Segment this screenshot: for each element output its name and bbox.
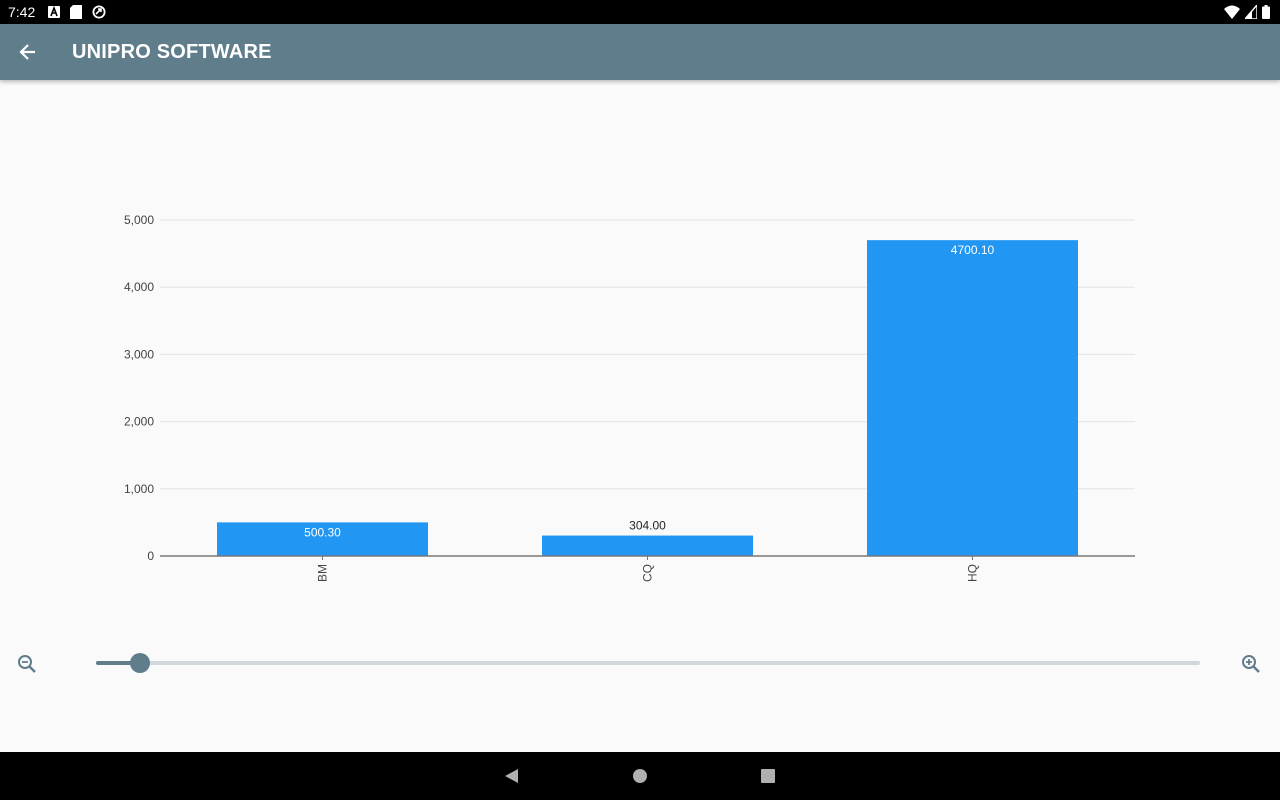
zoom-out-icon[interactable] xyxy=(16,653,38,675)
app-bar: UNIPRO SOFTWARE xyxy=(0,24,1280,80)
y-tick-label: 1,000 xyxy=(124,482,154,496)
bar-chart: 0 1,000 2,000 3,000 4,000 5,000 500.30 BM 304.00… xyxy=(124,213,1135,582)
x-tick-label: CQ xyxy=(641,564,655,582)
signal-icon xyxy=(1245,5,1257,19)
navigation-bar xyxy=(0,752,1280,800)
sync-icon xyxy=(92,5,106,19)
zoom-slider-track xyxy=(96,661,1200,665)
system-icons xyxy=(1224,4,1270,20)
data-label: 500.30 xyxy=(304,525,341,539)
y-tick-label: 0 xyxy=(147,549,154,563)
battery-icon xyxy=(1262,5,1270,19)
home-circle-icon xyxy=(633,769,647,783)
bar xyxy=(542,535,753,556)
x-tick-label: HQ xyxy=(966,564,980,582)
app-title: UNIPRO SOFTWARE xyxy=(72,41,272,63)
notification-icons xyxy=(48,5,106,19)
data-label: 304.00 xyxy=(629,519,666,533)
zoom-slider-thumb[interactable] xyxy=(130,653,151,673)
recents-square-icon xyxy=(761,769,775,783)
zoom-controls xyxy=(0,648,1280,680)
y-tick-label: 2,000 xyxy=(124,415,154,429)
y-tick-label: 4,000 xyxy=(124,280,154,294)
back-triangle-icon xyxy=(505,769,518,783)
status-time: 7:42 xyxy=(8,4,36,20)
zoom-slider[interactable] xyxy=(96,653,1200,673)
wifi-icon xyxy=(1224,5,1240,19)
bar xyxy=(867,240,1078,557)
sd-card-icon xyxy=(70,5,82,19)
nav-home-button[interactable] xyxy=(630,766,650,786)
nav-recents-button[interactable] xyxy=(758,766,778,786)
data-label: 4700.10 xyxy=(951,243,995,257)
x-tick-label: BM xyxy=(316,564,330,582)
status-bar: 7:42 xyxy=(0,0,1280,24)
zoom-in-icon[interactable] xyxy=(1240,653,1262,675)
nav-back-button[interactable] xyxy=(501,766,521,786)
arrow-back-icon xyxy=(19,44,35,60)
y-tick-label: 3,000 xyxy=(124,347,154,361)
back-button[interactable] xyxy=(12,36,44,68)
y-tick-label: 5,000 xyxy=(124,213,154,227)
a-notification-icon xyxy=(48,6,60,18)
